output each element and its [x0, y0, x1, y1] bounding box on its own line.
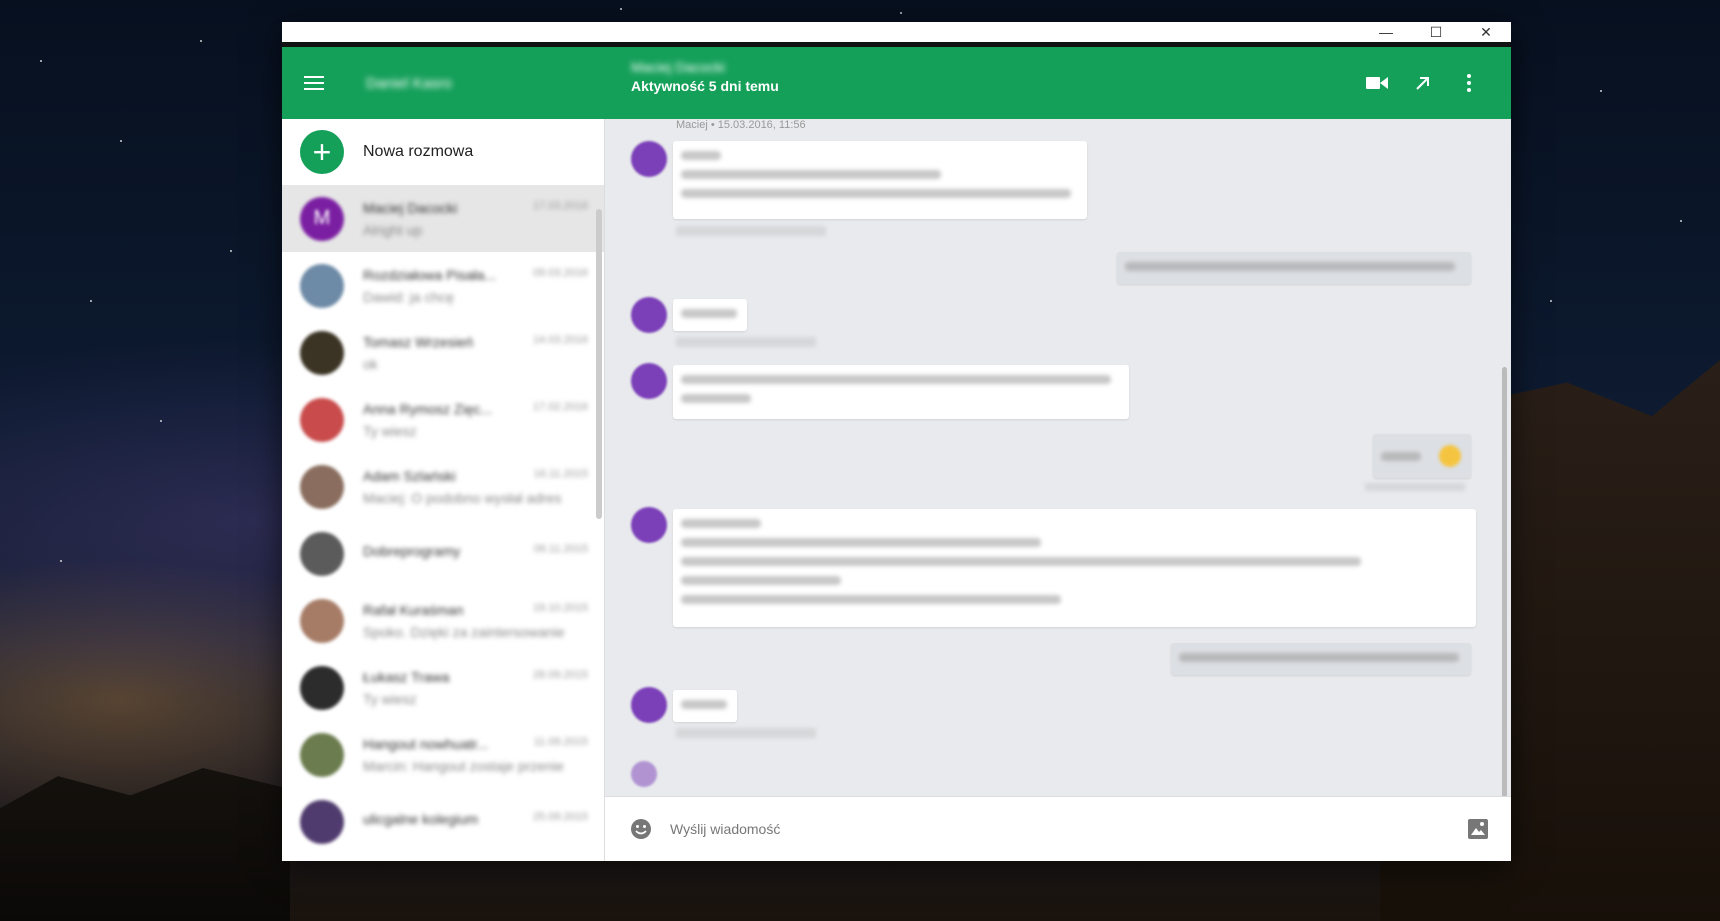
- video-call-icon[interactable]: [1365, 71, 1389, 95]
- conversation-item[interactable]: Adam Szlański 16.11.2015 Maciej: O podobno…: [282, 453, 604, 520]
- conversation-item-name: Hangout nowhuatr...: [363, 735, 489, 752]
- message-meta: [1365, 483, 1465, 491]
- image-icon[interactable]: [1467, 818, 1489, 840]
- conversation-item[interactable]: Łukasz Trawa 28.09.2015 Ty wiesz: [282, 654, 604, 721]
- contact-avatar: [300, 732, 344, 777]
- conversation-item[interactable]: Anna Rymosz Zięc... 17.02.2016 Ty wiesz: [282, 386, 604, 453]
- conversation-item-name: Rafał Kuraśman: [363, 601, 464, 618]
- conversation-item-name: Rozdziałowa Pisała...: [363, 266, 497, 283]
- conversation-item[interactable]: M Maciej Dacocki 17.03.2016 Alright up: [282, 185, 604, 252]
- message-bubble[interactable]: [673, 141, 1087, 219]
- conversation-item-preview: Spoko. Dzięki za zaintersowanie: [363, 623, 565, 640]
- app-bar: Daniel Kasro Maciej Dacocki Aktywność 5 …: [282, 47, 1511, 119]
- popout-arrow-icon[interactable]: [1411, 71, 1435, 95]
- conversation-item-name: Dobreprogramy: [363, 542, 461, 559]
- conversation-item-name: Anna Rymosz Zięc...: [363, 400, 493, 417]
- contact-avatar: [300, 531, 344, 576]
- conversation-item-preview: Ty wiesz: [363, 690, 417, 707]
- message-bubble[interactable]: [673, 690, 737, 722]
- conversation-item-date: 28.09.2015: [532, 668, 588, 681]
- message-meta: [676, 337, 816, 347]
- contact-avatar: [300, 464, 344, 509]
- conversation-name: Maciej Dacocki: [631, 59, 726, 75]
- messages-scrollbar[interactable]: [1502, 367, 1507, 817]
- conversation-item[interactable]: ulicgalne kolegium 25.09.2015: [282, 788, 604, 855]
- conversation-item-date: 16.11.2015: [533, 467, 588, 480]
- message-bubble[interactable]: [673, 299, 747, 331]
- conversation-item[interactable]: Dobreprogramy 06.11.2015: [282, 520, 604, 587]
- conversation-item-date: 17.02.2016: [532, 400, 588, 413]
- conversation-item-date: 19.10.2015: [532, 601, 588, 614]
- conversation-item-preview: Marcin: Hangout zostaje przenie: [363, 757, 564, 774]
- conversation-item-name: Adam Szlański: [363, 467, 456, 484]
- conversation-item-date: 17.03.2016: [532, 199, 588, 212]
- user-name: Daniel Kasro: [366, 74, 452, 92]
- conversation-item-preview: Ty wiesz: [363, 422, 417, 439]
- conversation-item[interactable]: Rafał Kuraśman 19.10.2015 Spoko. Dzięki za…: [282, 587, 604, 654]
- title-bar: — ☐ ✕: [282, 22, 1511, 47]
- conversation-item-preview: ok: [363, 355, 378, 372]
- sender-avatar: [631, 297, 667, 333]
- contact-avatar: [300, 397, 344, 442]
- conversation-status: Aktywność 5 dni temu: [631, 78, 779, 94]
- conversation-item[interactable]: Hangout nowhuatr... 11.09.2015 Marcin: Han…: [282, 721, 604, 788]
- conversation-sidebar: + Nowa rozmowa M Maciej Dacocki 17.03.2016…: [282, 119, 605, 861]
- hamburger-menu-icon[interactable]: [304, 76, 348, 90]
- conversation-list: M Maciej Dacocki 17.03.2016 Alright up Rozdz…: [282, 185, 604, 855]
- sender-avatar: [631, 507, 667, 543]
- conversation-item-date: 09.03.2016: [532, 266, 588, 279]
- more-options-icon[interactable]: [1457, 71, 1481, 95]
- conversation-item-name: Tomasz Wrzesień: [363, 333, 474, 350]
- message-area: Maciej • 15.03.2016, 11:56: [605, 119, 1511, 817]
- conversation-header: Maciej Dacocki Aktywność 5 dni temu: [631, 59, 779, 94]
- message-bubble[interactable]: [673, 365, 1129, 419]
- conversation-item-preview: Maciej: O podobno wysłał adres: [363, 489, 562, 506]
- minimize-button[interactable]: —: [1361, 22, 1411, 42]
- close-button[interactable]: ✕: [1461, 22, 1511, 42]
- contact-avatar: [300, 598, 344, 643]
- conversation-item-name: ulicgalne kolegium: [363, 810, 479, 827]
- background-mountain-left: [0, 768, 290, 921]
- contact-avatar: M: [300, 196, 344, 241]
- new-conversation-button[interactable]: + Nowa rozmowa: [282, 119, 604, 185]
- sender-avatar: [631, 363, 667, 399]
- smiley-icon[interactable]: [630, 818, 652, 840]
- sidebar-scrollbar[interactable]: [596, 209, 602, 519]
- conversation-item-date: 06.11.2015: [533, 542, 588, 555]
- plus-icon: +: [300, 130, 344, 174]
- message-meta: [676, 226, 826, 236]
- message-input[interactable]: [668, 820, 1452, 838]
- message-meta: Maciej • 15.03.2016, 11:56: [676, 119, 806, 131]
- conversation-item[interactable]: Tomasz Wrzesień 14.03.2016 ok: [282, 319, 604, 386]
- new-conversation-label: Nowa rozmowa: [363, 143, 474, 160]
- contact-avatar: [300, 799, 344, 844]
- message-bubble[interactable]: [673, 509, 1476, 627]
- conversation-item-date: 25.09.2015: [532, 810, 588, 823]
- sender-avatar: [631, 141, 667, 177]
- conversation-item-preview: Dawid: ja chcę: [363, 288, 455, 305]
- conversation-item-preview: Alright up: [363, 221, 423, 238]
- message-bubble-outgoing[interactable]: [1117, 252, 1471, 284]
- sender-avatar: [631, 687, 667, 723]
- emoji-icon: [1439, 445, 1461, 467]
- contact-avatar: [300, 330, 344, 375]
- typing-avatar: [631, 761, 657, 787]
- message-composer: [605, 796, 1511, 861]
- message-meta: [676, 728, 816, 738]
- conversation-item[interactable]: Rozdziałowa Pisała... 09.03.2016 Dawid: ja…: [282, 252, 604, 319]
- message-bubble-outgoing[interactable]: [1373, 434, 1471, 478]
- conversation-item-name: Maciej Dacocki: [363, 199, 458, 216]
- conversation-item-name: Łukasz Trawa: [363, 668, 450, 685]
- maximize-button[interactable]: ☐: [1411, 22, 1461, 42]
- conversation-item-date: 11.09.2015: [533, 735, 588, 748]
- conversation-item-date: 14.03.2016: [532, 333, 588, 346]
- message-bubble-outgoing[interactable]: [1171, 643, 1471, 675]
- contact-avatar: [300, 263, 344, 308]
- contact-avatar: [300, 665, 344, 710]
- app-window: — ☐ ✕ Daniel Kasro Maciej Dacocki Aktywn…: [282, 22, 1511, 861]
